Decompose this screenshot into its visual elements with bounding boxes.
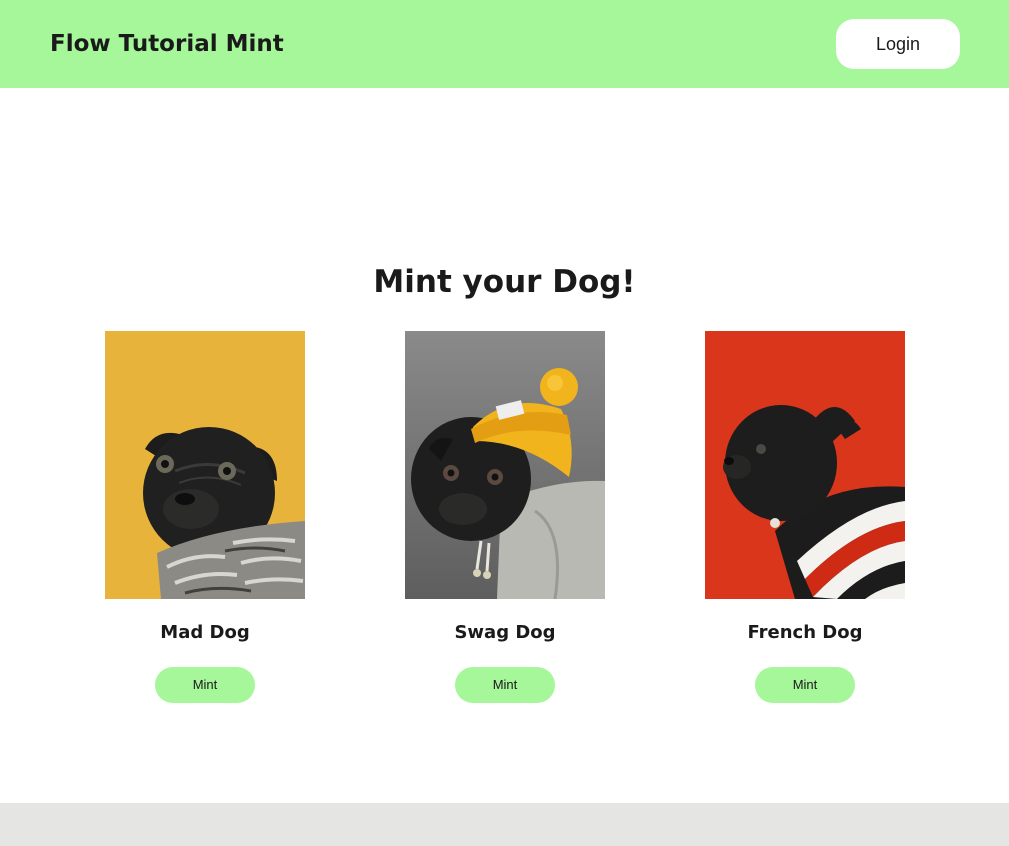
brand-title: Flow Tutorial Mint: [50, 31, 284, 57]
mint-button-swag-dog[interactable]: Mint: [455, 667, 555, 703]
mint-button-mad-dog[interactable]: Mint: [155, 667, 255, 703]
login-button[interactable]: Login: [836, 19, 960, 69]
nft-card-mad-dog: Mad Dog Mint: [105, 331, 305, 703]
footer: [0, 803, 1009, 846]
nft-card-french-dog: French Dog Mint: [705, 331, 905, 703]
card-title: French Dog: [747, 622, 863, 643]
mad-dog-image: [105, 331, 305, 599]
french-dog-image: [705, 331, 905, 599]
page-title: Mint your Dog!: [373, 264, 636, 300]
swag-dog-image: [405, 331, 605, 599]
mint-button-french-dog[interactable]: Mint: [755, 667, 855, 703]
card-title: Swag Dog: [454, 622, 556, 643]
card-title: Mad Dog: [160, 622, 250, 643]
top-navbar: Flow Tutorial Mint Login: [0, 0, 1009, 88]
nft-card-swag-dog: Swag Dog Mint: [405, 331, 605, 703]
